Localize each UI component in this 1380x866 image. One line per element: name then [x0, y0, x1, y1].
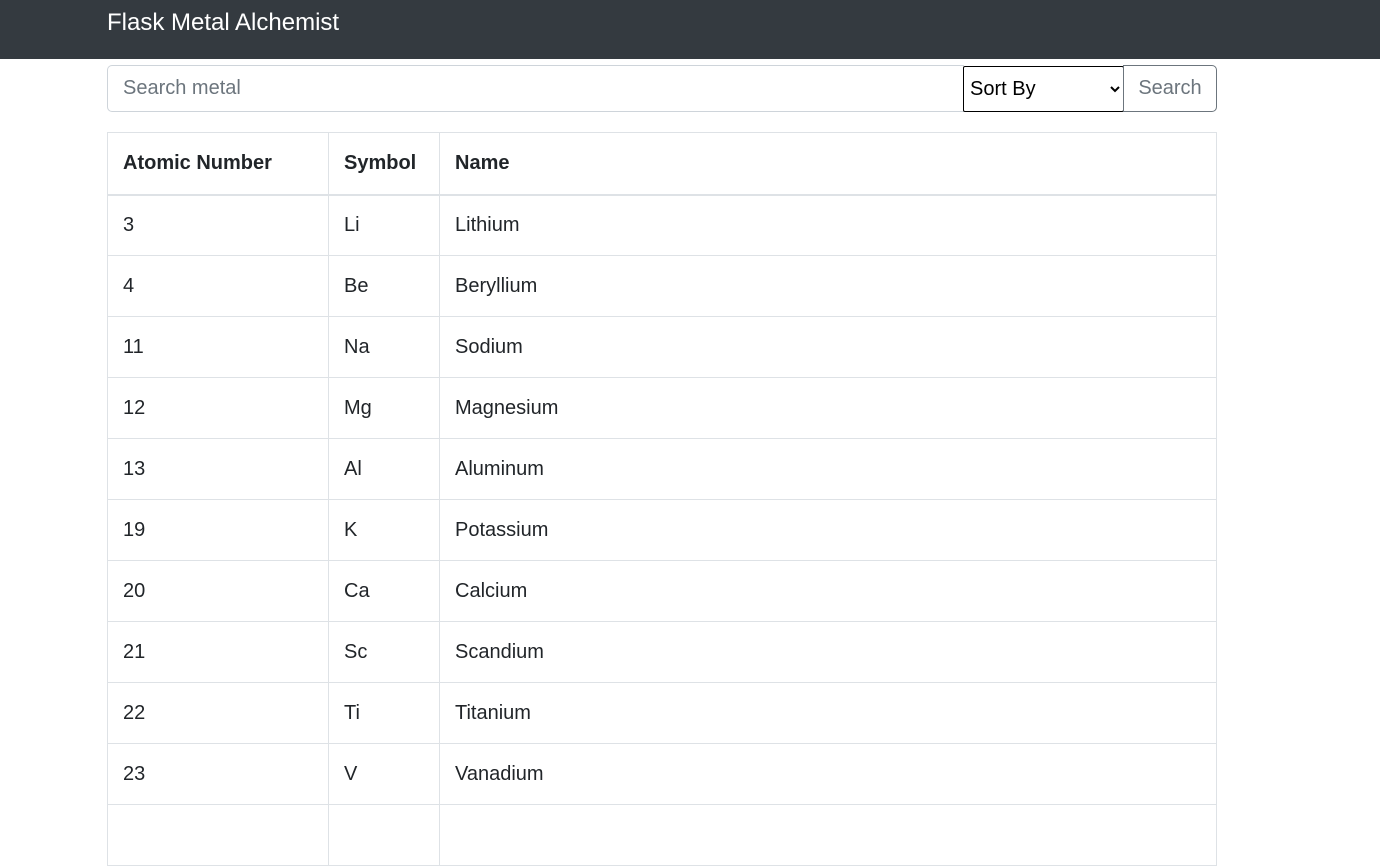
sort-select[interactable]: Sort By [963, 66, 1124, 112]
metals-table-container: Atomic Number Symbol Name 3 Li Lithium 4… [107, 132, 1217, 866]
cell-name: Beryllium [439, 255, 1217, 317]
cell-atomic-number: 11 [107, 316, 329, 378]
table-row: 21 Sc Scandium [107, 621, 1217, 683]
cell-name: Vanadium [439, 743, 1217, 805]
header-symbol: Symbol [328, 132, 440, 196]
cell-name: Lithium [439, 194, 1217, 256]
table-row: 4 Be Beryllium [107, 255, 1217, 317]
cell-atomic-number: 20 [107, 560, 329, 622]
cell-atomic-number: 4 [107, 255, 329, 317]
search-form: Sort By Search [107, 65, 1217, 112]
cell-symbol: Sc [328, 621, 440, 683]
cell-symbol: Ti [328, 682, 440, 744]
cell-symbol: K [328, 499, 440, 561]
metals-table: Atomic Number Symbol Name 3 Li Lithium 4… [107, 132, 1217, 866]
cell-symbol: Li [328, 194, 440, 256]
cell-name: Titanium [439, 682, 1217, 744]
table-header-row: Atomic Number Symbol Name [107, 132, 1217, 196]
header-atomic-number: Atomic Number [107, 132, 329, 196]
table-row [107, 804, 1217, 866]
cell-symbol [328, 804, 440, 866]
cell-atomic-number: 12 [107, 377, 329, 439]
cell-atomic-number: 21 [107, 621, 329, 683]
cell-name: Magnesium [439, 377, 1217, 439]
cell-atomic-number: 23 [107, 743, 329, 805]
navbar: Flask Metal Alchemist [0, 0, 1380, 59]
table-row: 23 V Vanadium [107, 743, 1217, 805]
table-row: 3 Li Lithium [107, 194, 1217, 256]
cell-symbol: Be [328, 255, 440, 317]
search-input[interactable] [107, 65, 964, 112]
cell-name: Aluminum [439, 438, 1217, 500]
cell-symbol: Al [328, 438, 440, 500]
cell-atomic-number: 3 [107, 194, 329, 256]
table-row: 13 Al Aluminum [107, 438, 1217, 500]
cell-symbol: V [328, 743, 440, 805]
cell-name: Sodium [439, 316, 1217, 378]
cell-name [439, 804, 1217, 866]
cell-atomic-number: 22 [107, 682, 329, 744]
cell-name: Calcium [439, 560, 1217, 622]
cell-atomic-number [107, 804, 329, 866]
table-row: 20 Ca Calcium [107, 560, 1217, 622]
cell-atomic-number: 19 [107, 499, 329, 561]
header-name: Name [439, 132, 1217, 196]
search-button[interactable]: Search [1123, 65, 1217, 112]
cell-atomic-number: 13 [107, 438, 329, 500]
brand-link[interactable]: Flask Metal Alchemist [107, 8, 339, 38]
cell-symbol: Na [328, 316, 440, 378]
table-row: 22 Ti Titanium [107, 682, 1217, 744]
cell-name: Potassium [439, 499, 1217, 561]
cell-symbol: Mg [328, 377, 440, 439]
table-row: 12 Mg Magnesium [107, 377, 1217, 439]
table-row: 19 K Potassium [107, 499, 1217, 561]
cell-name: Scandium [439, 621, 1217, 683]
table-row: 11 Na Sodium [107, 316, 1217, 378]
cell-symbol: Ca [328, 560, 440, 622]
